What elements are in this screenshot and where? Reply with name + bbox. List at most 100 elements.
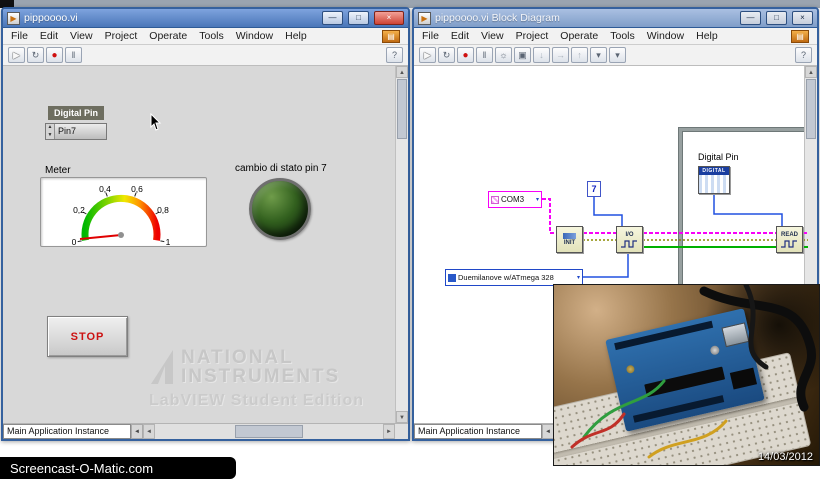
step-over-button[interactable]: → — [552, 47, 569, 63]
step-into-button[interactable]: ↓ — [533, 47, 550, 63]
retain-wire-values-button[interactable]: ▣ — [514, 47, 531, 63]
increment-icon[interactable]: ▲ — [46, 124, 54, 132]
maximize-button[interactable]: □ — [348, 11, 369, 25]
front-panel-titlebar[interactable]: ▶ pippoooo.vi — □ × — [3, 9, 408, 28]
meter-hub — [118, 232, 124, 238]
screencast-watermark-bar: Screencast-O-Matic.com — [0, 457, 236, 479]
block-diagram-toolbar: ▶ ↻ ● ‖ ☼ ▣ ↓ → ↑ ▾ ▾ ? — [414, 45, 817, 66]
status-led[interactable] — [249, 178, 311, 240]
block-diagram-titlebar[interactable]: ▶ pippoooo.vi Block Diagram — □ × — [414, 9, 817, 28]
menu-project[interactable]: Project — [516, 30, 549, 42]
vscroll-thumb[interactable] — [397, 79, 407, 139]
digital-pin-value[interactable]: Pin7 — [55, 124, 106, 139]
webcam-overlay: 14/03/2012 — [553, 284, 820, 466]
menu-help[interactable]: Help — [285, 30, 307, 42]
labview-vi-icon: ▶ — [418, 11, 431, 25]
digital-pin-constant[interactable]: DIGITAL — [698, 166, 730, 194]
enum-icon — [448, 273, 456, 282]
watermark-line3: LabVIEW Student Edition — [149, 392, 364, 409]
menu-edit[interactable]: Edit — [40, 30, 58, 42]
green-wire — [582, 379, 666, 439]
pin-number-wire — [593, 197, 623, 226]
window-title: pippoooo.vi — [24, 12, 78, 24]
yellow-wire — [647, 419, 728, 459]
run-continuous-button[interactable]: ↻ — [438, 47, 455, 63]
maximize-button[interactable]: □ — [766, 11, 787, 25]
digital-pin-constant-label: Digital Pin — [698, 152, 739, 162]
combo-arrow-icon[interactable]: ◄ — [131, 424, 143, 439]
labview-badge-icon: ▤ — [791, 29, 809, 43]
step-out-button[interactable]: ↑ — [571, 47, 588, 63]
front-panel-window: ▶ pippoooo.vi — □ × File Edit View Proje… — [1, 7, 410, 441]
pin-number-constant[interactable]: 7 — [587, 181, 601, 197]
run-button[interactable]: ▶ — [419, 47, 436, 63]
menu-operate[interactable]: Operate — [560, 30, 598, 42]
visa-resource-constant[interactable]: COM3 ▾ — [488, 191, 542, 208]
front-panel-toolbar: ▶ ↻ ● ‖ ? — [3, 45, 408, 66]
context-help-button[interactable]: ? — [386, 47, 403, 63]
minimize-button[interactable]: — — [322, 11, 343, 25]
close-button[interactable]: × — [374, 11, 404, 25]
menu-window[interactable]: Window — [647, 30, 684, 42]
menu-project[interactable]: Project — [105, 30, 138, 42]
tick-label-08: 0,8 — [157, 205, 169, 215]
square-wave-icon — [781, 239, 797, 248]
resize-grip[interactable] — [395, 424, 408, 439]
menu-tools[interactable]: Tools — [199, 30, 224, 42]
front-panel-vscrollbar[interactable]: ▲ ▼ — [395, 66, 408, 423]
front-panel-canvas[interactable]: Digital Pin ▲ ▼ Pin7 Meter 0 0,2 0,4 0,6… — [3, 66, 408, 423]
window-title: pippoooo.vi Block Diagram — [435, 12, 560, 24]
init-label: INIT — [563, 240, 576, 246]
digital-pin-block-text: DIGITAL — [699, 167, 729, 175]
scroll-left-icon[interactable]: ◄ — [143, 424, 155, 439]
meter-gauge[interactable]: 0 0,2 0,4 0,6 0,8 1 — [40, 177, 207, 247]
align-objects-dropdown[interactable]: ▾ — [590, 47, 607, 63]
menu-help[interactable]: Help — [696, 30, 718, 42]
menu-view[interactable]: View — [70, 30, 93, 42]
block-diagram-menubar: File Edit View Project Operate Tools Win… — [414, 28, 817, 45]
usb-cable — [699, 286, 816, 412]
menu-view[interactable]: View — [481, 30, 504, 42]
menu-edit[interactable]: Edit — [451, 30, 469, 42]
abort-button[interactable]: ● — [457, 47, 474, 63]
dropdown-icon[interactable]: ▾ — [577, 274, 580, 281]
menu-operate[interactable]: Operate — [149, 30, 187, 42]
menu-file[interactable]: File — [422, 30, 439, 42]
front-panel-hscrollbar[interactable]: ◄ ► — [143, 424, 395, 439]
scroll-right-icon[interactable]: ► — [383, 424, 395, 439]
run-continuous-button[interactable]: ↻ — [27, 47, 44, 63]
menu-window[interactable]: Window — [236, 30, 273, 42]
dropdown-icon[interactable]: ▾ — [536, 196, 539, 203]
stepper-buttons[interactable]: ▲ ▼ — [46, 124, 55, 139]
menu-file[interactable]: File — [11, 30, 28, 42]
scroll-up-icon[interactable]: ▲ — [396, 66, 408, 78]
stop-button[interactable]: STOP — [47, 316, 128, 357]
arduino-io-node[interactable]: I/O — [616, 226, 643, 253]
watermark-line1: NATIONAL — [181, 347, 294, 368]
board-type-value[interactable]: Duemilanove w/ATmega 328 — [458, 273, 554, 282]
led-label: cambio di stato pin 7 — [235, 163, 327, 174]
read-label: READ — [780, 231, 798, 238]
digital-pin-selector[interactable]: ▲ ▼ Pin7 — [45, 123, 107, 140]
run-button[interactable]: ▶ — [8, 47, 25, 63]
hscroll-thumb[interactable] — [234, 425, 304, 438]
scroll-down-icon[interactable]: ▼ — [396, 411, 408, 423]
jumper-wires — [570, 285, 816, 459]
pause-button[interactable]: ‖ — [65, 47, 82, 63]
com-port-value[interactable]: COM3 — [501, 195, 524, 204]
menu-tools[interactable]: Tools — [610, 30, 635, 42]
pause-button[interactable]: ‖ — [476, 47, 493, 63]
tick-label-0: 0 — [72, 237, 77, 246]
arduino-read-node[interactable]: READ — [776, 226, 803, 253]
context-help-button[interactable]: ? — [795, 47, 812, 63]
arduino-init-node[interactable]: INIT — [556, 226, 583, 253]
minimize-button[interactable]: — — [740, 11, 761, 25]
highlight-execution-button[interactable]: ☼ — [495, 47, 512, 63]
red-wire — [570, 412, 626, 449]
close-button[interactable]: × — [792, 11, 813, 25]
decrement-icon[interactable]: ▼ — [46, 131, 54, 139]
app-instance-combo[interactable]: Main Application Instance — [414, 424, 542, 439]
app-instance-combo[interactable]: Main Application Instance — [3, 424, 131, 439]
abort-button[interactable]: ● — [46, 47, 63, 63]
distribute-objects-dropdown[interactable]: ▾ — [609, 47, 626, 63]
